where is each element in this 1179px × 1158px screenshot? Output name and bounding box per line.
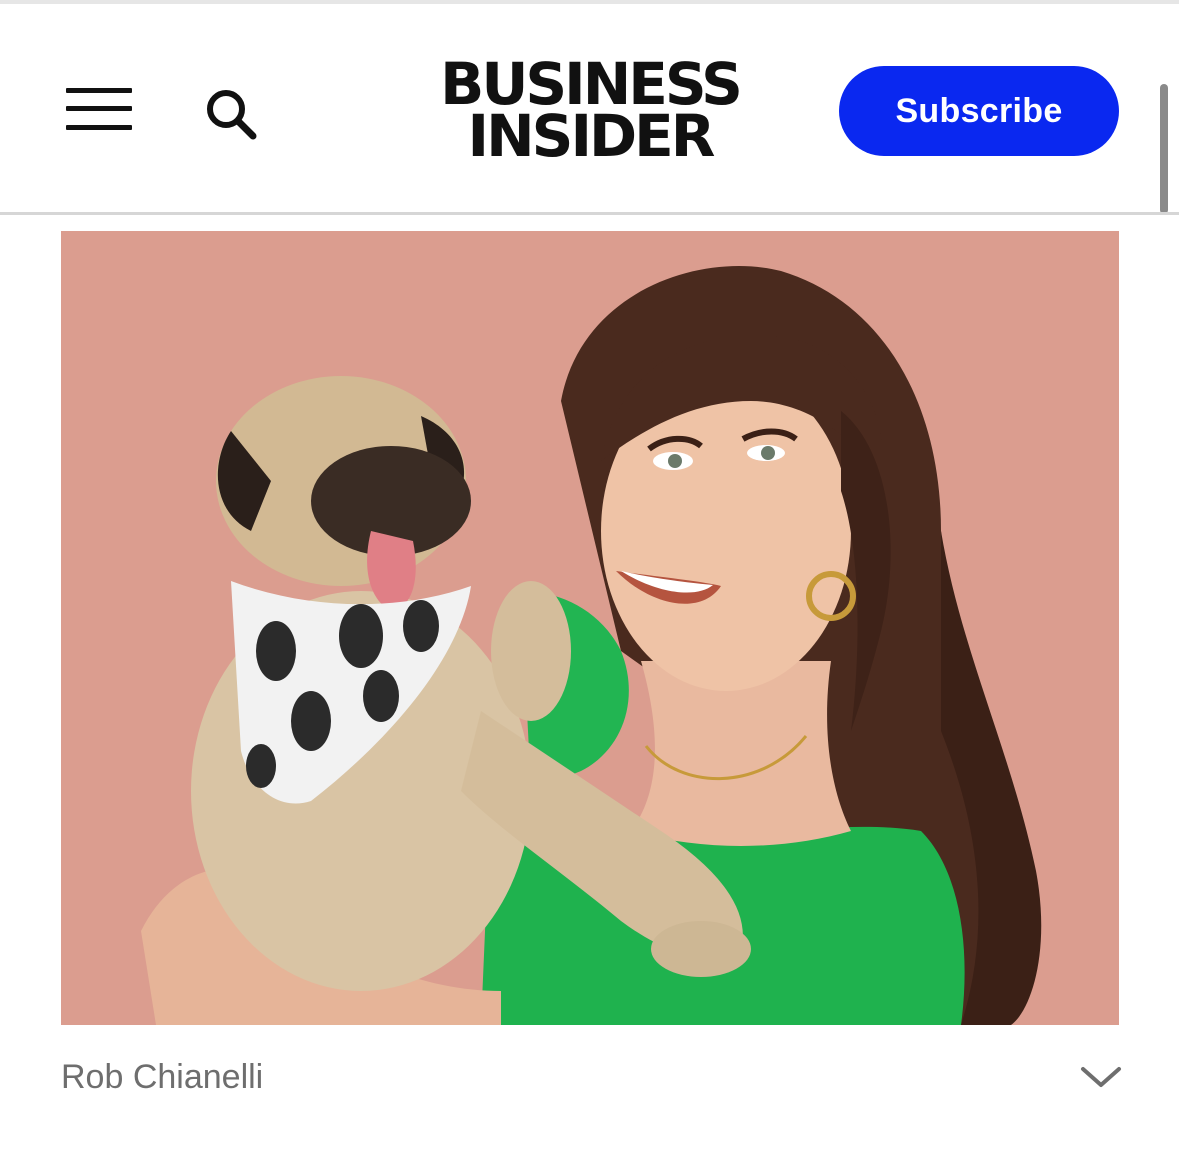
article-page: BUSINESS INSIDER Subscribe Rob Chianelli: [0, 0, 1179, 1158]
hero-photo: [61, 231, 1119, 1025]
scrollbar[interactable]: [1160, 84, 1168, 214]
hero-image: [61, 231, 1119, 1025]
business-insider-logo[interactable]: BUSINESS INSIDER: [430, 54, 750, 166]
caption-expand-button[interactable]: [1080, 1060, 1122, 1094]
image-credit: Rob Chianelli: [61, 1058, 264, 1096]
logo-line-2: INSIDER: [467, 102, 716, 170]
search-icon: [207, 90, 257, 140]
header-divider: [0, 212, 1179, 215]
site-header: BUSINESS INSIDER Subscribe: [0, 4, 1179, 212]
subscribe-button[interactable]: Subscribe: [839, 66, 1119, 156]
chevron-down-icon: [1081, 1067, 1121, 1087]
search-button[interactable]: [204, 88, 258, 140]
menu-button[interactable]: [66, 88, 132, 132]
